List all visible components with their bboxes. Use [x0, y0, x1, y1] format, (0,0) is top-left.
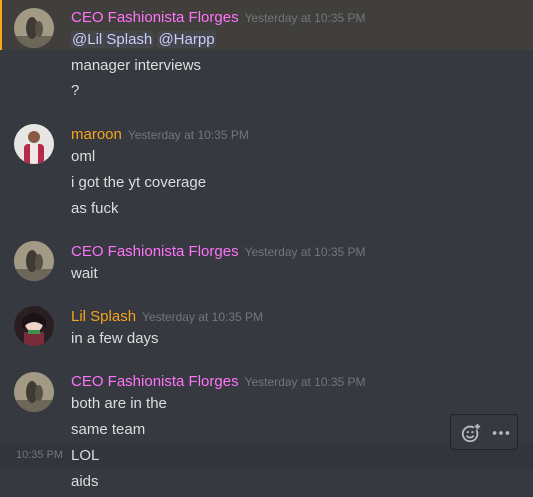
timestamp: Yesterday at 10:35 PM: [244, 245, 366, 259]
username[interactable]: CEO Fashionista Florges: [71, 243, 239, 260]
message-header: CEO Fashionista Florges Yesterday at 10:3…: [71, 9, 366, 27]
add-reaction-icon: [461, 422, 482, 443]
message-text: @Lil Splash @Harpp: [71, 31, 216, 48]
message-text: in a few days: [71, 330, 159, 347]
message-toolbar: [450, 414, 518, 450]
message-header: Lil Splash Yesterday at 10:35 PM: [71, 308, 263, 326]
message-text: oml: [71, 148, 96, 165]
avatar[interactable]: [14, 241, 54, 281]
timestamp: Yesterday at 10:35 PM: [244, 11, 366, 25]
mention[interactable]: @Harpp: [157, 31, 216, 48]
avatar[interactable]: [14, 124, 54, 164]
avatar[interactable]: [14, 372, 54, 412]
timestamp: Yesterday at 10:35 PM: [244, 375, 366, 389]
mention[interactable]: @Lil Splash: [71, 31, 154, 48]
message-text: same team: [71, 421, 146, 438]
more-options-button[interactable]: [489, 421, 513, 445]
hover-timestamp: 10:35 PM: [16, 449, 64, 461]
username[interactable]: maroon: [71, 126, 122, 143]
message-text: i got the yt coverage: [71, 174, 207, 191]
avatar[interactable]: [14, 306, 54, 346]
username[interactable]: Lil Splash: [71, 308, 136, 325]
message-text: wait: [71, 265, 98, 282]
username[interactable]: CEO Fashionista Florges: [71, 373, 239, 390]
mention-bar: [0, 0, 2, 50]
message-text: ?: [71, 82, 80, 99]
message-header: CEO Fashionista Florges Yesterday at 10:3…: [71, 243, 366, 261]
message-text: both are in the: [71, 395, 167, 412]
message-text: aids: [71, 473, 99, 490]
timestamp: Yesterday at 10:35 PM: [127, 128, 249, 142]
avatar[interactable]: [14, 8, 54, 48]
username[interactable]: CEO Fashionista Florges: [71, 9, 239, 26]
add-reaction-button[interactable]: [459, 421, 483, 445]
message-text: as fuck: [71, 200, 119, 217]
message-text: LOL: [71, 447, 100, 464]
message-header: CEO Fashionista Florges Yesterday at 10:3…: [71, 373, 366, 391]
message-header: maroon Yesterday at 10:35 PM: [71, 126, 249, 144]
timestamp: Yesterday at 10:35 PM: [142, 310, 264, 324]
more-options-icon: [492, 431, 510, 435]
message-text: manager interviews: [71, 57, 202, 74]
chat-messages: CEO Fashionista Florges Yesterday at 10:3…: [0, 0, 533, 497]
